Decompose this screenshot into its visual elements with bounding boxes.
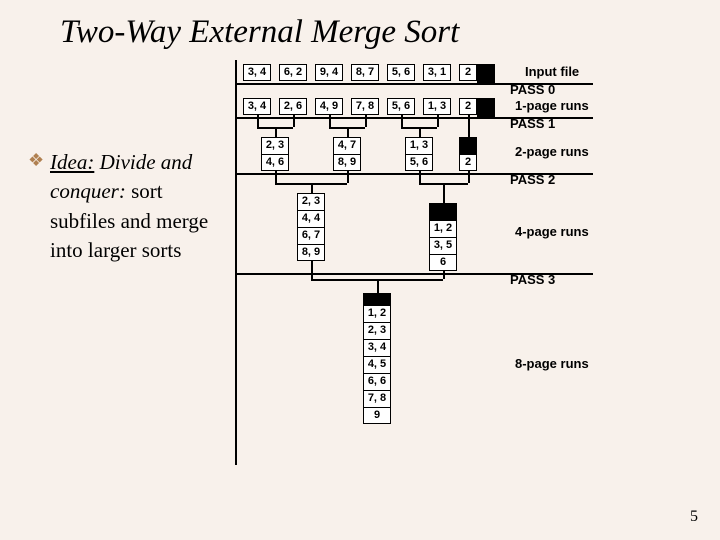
label-pass3: PASS 3 — [510, 272, 555, 287]
label-1page: 1-page runs — [515, 98, 589, 113]
idea-text: Idea: Divide and conquer: sort subfiles … — [50, 148, 230, 266]
input-cell: 8, 7 — [351, 64, 379, 81]
run1-cell: 4, 9 — [315, 98, 343, 115]
bullet-icon: ❖ — [28, 150, 44, 171]
run4-cell: 6 — [429, 254, 457, 271]
run4-cell: 2, 3 — [297, 193, 325, 210]
label-4page: 4-page runs — [515, 224, 589, 239]
run1-cell: 7, 8 — [351, 98, 379, 115]
final-cell: 4, 5 — [363, 356, 391, 373]
run4-cell: 1, 2 — [429, 220, 457, 237]
label-pass2: PASS 2 — [510, 172, 555, 187]
run1-cell: 2 — [459, 98, 477, 115]
input-cell: 3, 1 — [423, 64, 451, 81]
run2-black — [459, 137, 477, 154]
label-2page: 2-page runs — [515, 144, 589, 159]
input-cell: 9, 4 — [315, 64, 343, 81]
run4-cell: 4, 4 — [297, 210, 325, 227]
input-cell: 6, 2 — [279, 64, 307, 81]
final-cell: 7, 8 — [363, 390, 391, 407]
slide-number: 5 — [690, 508, 698, 526]
final-cell: 6, 6 — [363, 373, 391, 390]
run2-cell: 2 — [459, 154, 477, 171]
run2-cell: 4, 6 — [261, 154, 289, 171]
run4-black — [429, 203, 457, 220]
run4-cell: 3, 5 — [429, 237, 457, 254]
final-cell: 2, 3 — [363, 322, 391, 339]
slide-title: Two-Way External Merge Sort — [60, 14, 459, 51]
final-cell: 1, 2 — [363, 305, 391, 322]
merge-diagram: 3, 4 6, 2 9, 4 8, 7 5, 6 3, 1 2 3, 4 2, … — [235, 60, 700, 490]
final-cell: 9 — [363, 407, 391, 424]
run2-cell: 2, 3 — [261, 137, 289, 154]
label-pass1: PASS 1 — [510, 116, 555, 131]
run2-cell: 1, 3 — [405, 137, 433, 154]
run1-cell: 2, 6 — [279, 98, 307, 115]
final-black — [363, 293, 391, 305]
input-cell: 2 — [459, 64, 477, 81]
label-input: Input file — [525, 64, 579, 79]
run2-cell: 8, 9 — [333, 154, 361, 171]
label-8page: 8-page runs — [515, 356, 589, 371]
label-pass0: PASS 0 — [510, 82, 555, 97]
run1-cell: 1, 3 — [423, 98, 451, 115]
run4-cell: 8, 9 — [297, 244, 325, 261]
idea-underline: Idea: — [50, 150, 94, 174]
run1-cell: 3, 4 — [243, 98, 271, 115]
input-cell: 5, 6 — [387, 64, 415, 81]
run2-cell: 5, 6 — [405, 154, 433, 171]
main-divider — [235, 60, 237, 465]
run1-cell: 5, 6 — [387, 98, 415, 115]
run1-black — [477, 98, 495, 117]
run4-cell: 6, 7 — [297, 227, 325, 244]
final-cell: 3, 4 — [363, 339, 391, 356]
input-cell: 3, 4 — [243, 64, 271, 81]
run2-cell: 4, 7 — [333, 137, 361, 154]
input-black — [477, 64, 495, 83]
